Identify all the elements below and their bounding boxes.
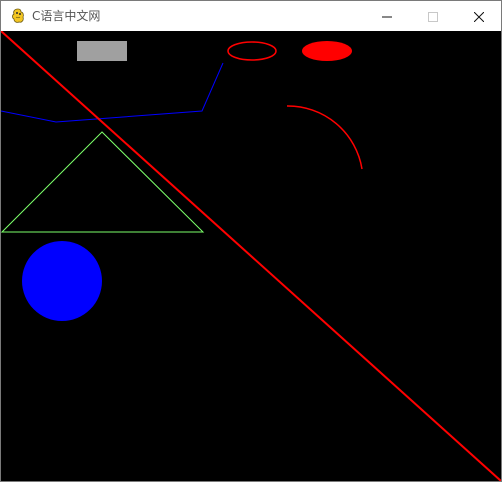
drawing-canvas[interactable] xyxy=(1,31,501,481)
gray-rectangle xyxy=(77,41,127,61)
blue-circle xyxy=(22,241,102,321)
green-triangle xyxy=(1,131,205,233)
red-ellipse-filled xyxy=(302,41,352,61)
title-bar[interactable]: C语言中文网 xyxy=(1,1,501,31)
blue-polyline xyxy=(1,62,224,123)
close-button[interactable] xyxy=(456,1,502,31)
maximize-button[interactable] xyxy=(410,1,456,31)
red-arc xyxy=(286,105,363,170)
pygame-window: C语言中文网 xyxy=(0,0,502,482)
pygame-snake-icon xyxy=(10,8,26,24)
close-icon xyxy=(473,7,485,26)
window-title: C语言中文网 xyxy=(32,9,101,23)
maximize-icon xyxy=(428,7,438,26)
drawing-surface xyxy=(1,31,501,481)
minimize-icon xyxy=(382,7,392,26)
red-ellipse-outline xyxy=(227,41,277,61)
minimize-button[interactable] xyxy=(364,1,410,31)
